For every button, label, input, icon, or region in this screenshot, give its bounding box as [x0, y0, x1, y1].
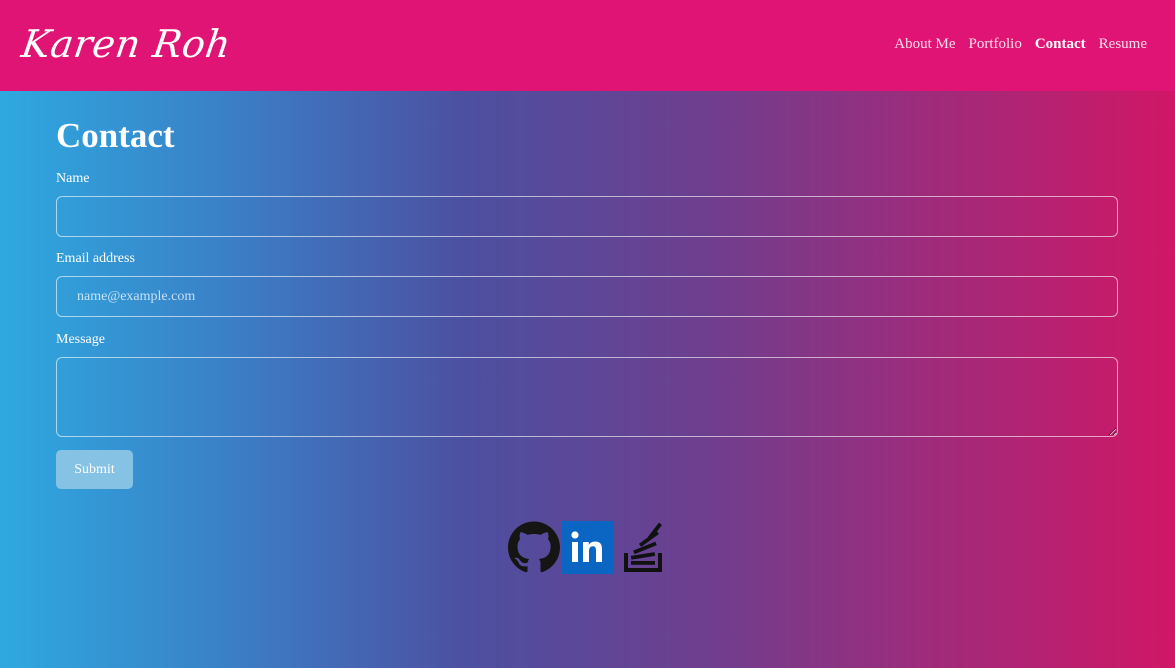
nav-link-resume[interactable]: Resume — [1099, 33, 1147, 55]
name-label: Name — [56, 171, 90, 186]
github-icon — [508, 521, 560, 573]
email-label: Email address — [56, 251, 135, 266]
submit-button[interactable]: Submit — [56, 450, 133, 489]
nav-menu: About Me Portfolio Contact Resume — [894, 33, 1147, 55]
nav-link-contact[interactable]: Contact — [1035, 33, 1086, 55]
message-label: Message — [56, 332, 105, 347]
page-title: Contact — [56, 116, 175, 155]
stackoverflow-icon — [624, 522, 662, 572]
contact-section: Contact Name Email address Message Submi… — [56, 113, 1118, 489]
social-links — [508, 521, 668, 574]
linkedin-link[interactable] — [562, 521, 614, 574]
navbar: Karen Roh About Me Portfolio Contact Res… — [0, 0, 1175, 91]
message-textarea[interactable] — [56, 357, 1118, 437]
nav-link-portfolio[interactable]: Portfolio — [969, 33, 1022, 55]
email-input[interactable] — [56, 276, 1118, 317]
linkedin-icon — [562, 521, 614, 574]
github-link[interactable] — [508, 521, 560, 574]
nav-link-about-me[interactable]: About Me — [894, 33, 955, 55]
stackoverflow-link[interactable] — [616, 521, 668, 574]
brand-logo[interactable]: Karen Roh — [18, 14, 235, 74]
name-input[interactable] — [56, 196, 1118, 237]
